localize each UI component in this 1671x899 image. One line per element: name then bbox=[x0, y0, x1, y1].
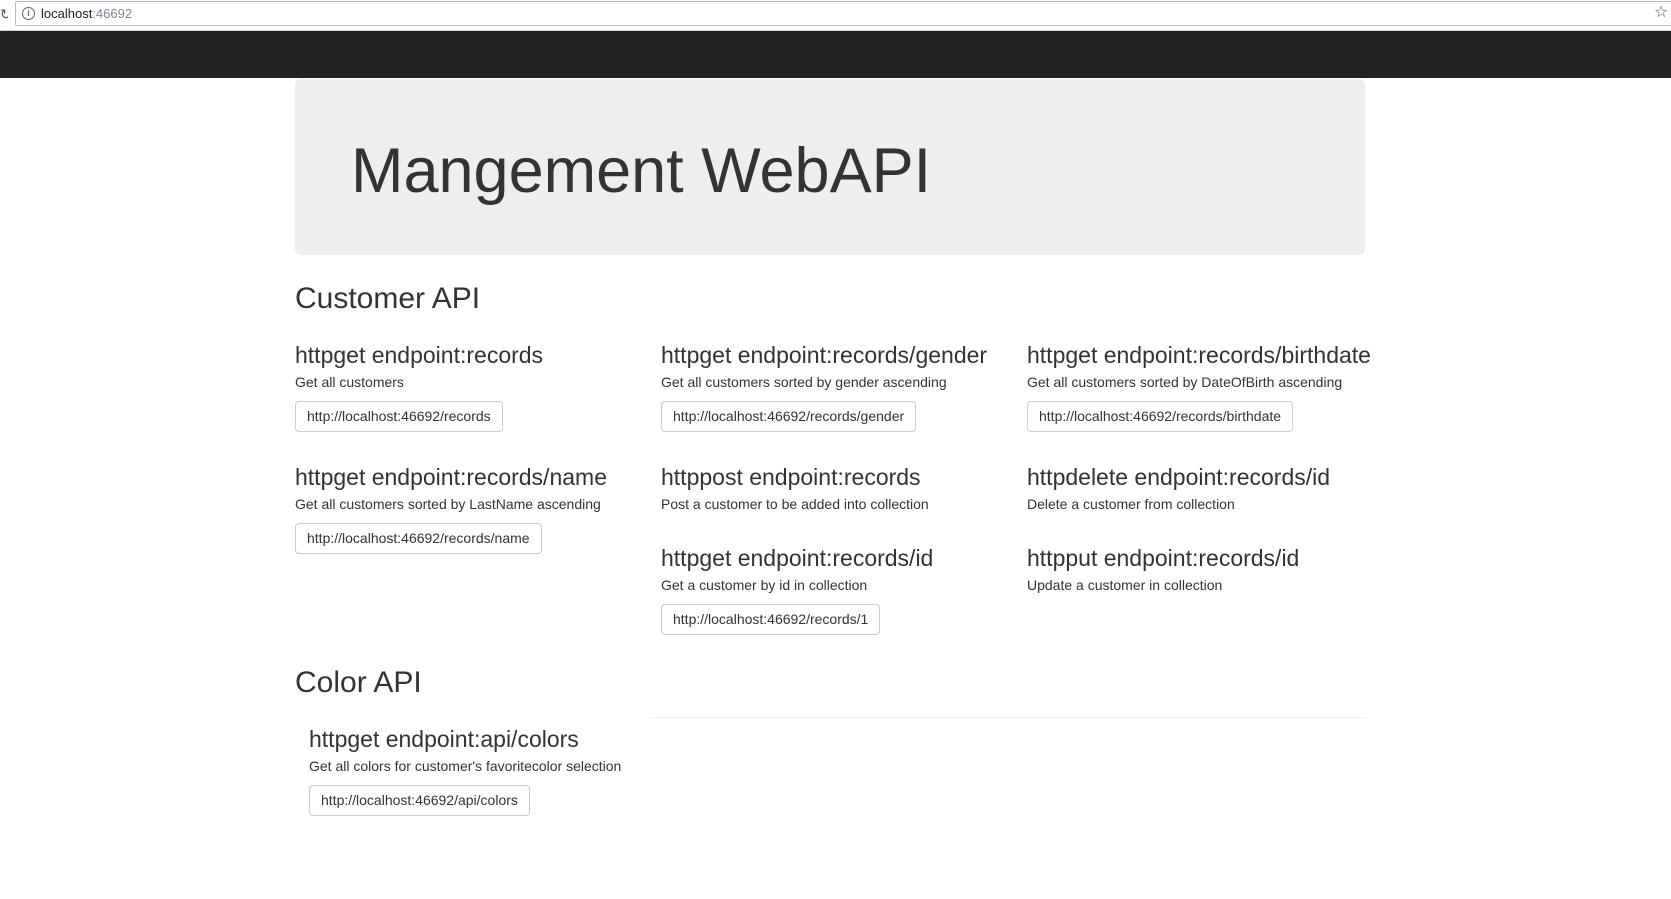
endpoint-description: Delete a customer from collection bbox=[1027, 496, 1235, 512]
endpoint-description: Update a customer in collection bbox=[1027, 577, 1223, 593]
endpoint-card-records-birthdate: httpget endpoint:records/birthdate Get a… bbox=[1027, 341, 1377, 432]
color-api-title: Color API bbox=[295, 666, 422, 699]
endpoint-heading: httpput endpoint:records/id bbox=[1027, 545, 1300, 571]
endpoint-card-get-records-id: httpget endpoint:records/id Get a custom… bbox=[661, 544, 1011, 635]
endpoint-link-button[interactable]: http://localhost:46692/records/1 bbox=[661, 604, 881, 635]
endpoint-description: Post a customer to be added into collect… bbox=[661, 496, 929, 512]
endpoint-card-delete-records-id: httpdelete endpoint:records/id Delete a … bbox=[1027, 463, 1377, 514]
endpoint-description: Get all customers sorted by DateOfBirth … bbox=[1027, 374, 1343, 390]
url-host: localhost bbox=[41, 6, 93, 21]
endpoint-card-api-colors: httpget endpoint:api/colors Get all colo… bbox=[309, 725, 659, 816]
url-text[interactable]: localhost:46692 bbox=[41, 6, 132, 22]
endpoint-description: Get all customers sorted by LastName asc… bbox=[295, 496, 601, 512]
endpoint-heading: httppost endpoint:records bbox=[661, 464, 921, 490]
url-field[interactable]: i localhost:46692 bbox=[15, 1, 1671, 26]
browser-address-bar: ↻ i localhost:46692 ☆ bbox=[0, 0, 1671, 31]
navbar bbox=[0, 31, 1671, 78]
endpoint-link-button[interactable]: http://localhost:46692/records/gender bbox=[661, 401, 917, 432]
endpoint-heading: httpdelete endpoint:records/id bbox=[1027, 464, 1331, 490]
endpoint-link-button[interactable]: http://localhost:46692/records bbox=[295, 401, 503, 432]
url-port: :46692 bbox=[92, 6, 133, 21]
endpoint-heading: httpget endpoint:records/name bbox=[295, 464, 607, 490]
endpoint-card-post-records: httppost endpoint:records Post a custome… bbox=[661, 463, 1011, 514]
endpoint-description: Get all customers sorted by gender ascen… bbox=[661, 374, 947, 390]
endpoint-link-button[interactable]: http://localhost:46692/records/name bbox=[295, 523, 542, 554]
endpoint-description: Get a customer by id in collection bbox=[661, 577, 868, 593]
endpoint-heading: httpget endpoint:records/gender bbox=[661, 342, 988, 368]
endpoint-heading: httpget endpoint:api/colors bbox=[309, 726, 579, 752]
endpoint-heading: httpget endpoint:records/id bbox=[661, 545, 934, 571]
endpoint-card-put-records-id: httpput endpoint:records/id Update a cus… bbox=[1027, 544, 1377, 595]
section-divider bbox=[651, 717, 1365, 718]
bookmark-star-icon[interactable]: ☆ bbox=[1654, 4, 1668, 22]
reload-icon[interactable]: ↻ bbox=[0, 6, 8, 22]
jumbotron: Mangement WebAPI bbox=[295, 79, 1365, 255]
endpoint-heading: httpget endpoint:records bbox=[295, 342, 544, 368]
page-title: Mangement WebAPI bbox=[351, 136, 932, 206]
endpoint-heading: httpget endpoint:records/birthdate bbox=[1027, 342, 1371, 368]
endpoint-card-records: httpget endpoint:records Get all custome… bbox=[295, 341, 645, 432]
endpoint-card-records-name: httpget endpoint:records/name Get all cu… bbox=[295, 463, 645, 554]
endpoint-link-button[interactable]: http://localhost:46692/records/birthdate bbox=[1027, 401, 1294, 432]
endpoint-description: Get all colors for customer's favoriteco… bbox=[309, 758, 622, 774]
customer-api-title: Customer API bbox=[295, 282, 481, 315]
endpoint-description: Get all customers bbox=[295, 374, 404, 390]
endpoint-link-button[interactable]: http://localhost:46692/api/colors bbox=[309, 785, 530, 816]
endpoint-card-records-gender: httpget endpoint:records/gender Get all … bbox=[661, 341, 1011, 432]
info-icon[interactable]: i bbox=[22, 7, 35, 20]
